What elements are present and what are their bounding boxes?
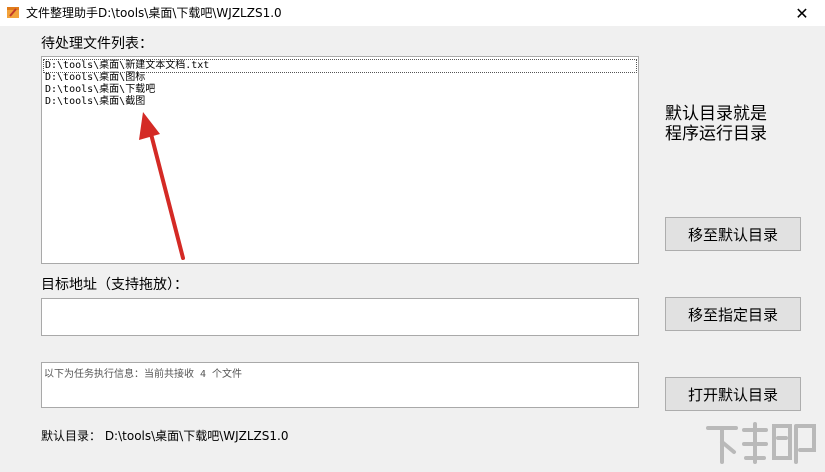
list-item[interactable]: D:\tools\桌面\截图 (44, 96, 636, 108)
close-icon: ✕ (795, 3, 809, 23)
side-note-line: 程序运行目录 (665, 124, 767, 144)
side-note: 默认目录就是 程序运行目录 (665, 104, 767, 144)
list-item[interactable]: D:\tools\桌面\图标 (44, 72, 636, 84)
default-dir-footer: 默认目录： D:\tools\桌面\下载吧\WJZLZS1.0 (41, 429, 289, 443)
task-info-text: 以下为任务执行信息：当前共接收 4 个文件 (44, 369, 243, 380)
open-default-button[interactable]: 打开默认目录 (665, 377, 801, 411)
watermark-logo (706, 422, 816, 464)
side-note-line: 默认目录就是 (665, 104, 767, 124)
file-listbox[interactable]: D:\tools\桌面\新建文本文档.txt D:\tools\桌面\图标 D:… (41, 56, 639, 264)
file-list-label: 待处理文件列表： (41, 36, 153, 52)
app-icon (7, 7, 19, 18)
move-to-default-button[interactable]: 移至默认目录 (665, 217, 801, 251)
task-info-box[interactable]: 以下为任务执行信息：当前共接收 4 个文件 (41, 362, 639, 408)
list-item[interactable]: D:\tools\桌面\下载吧 (44, 84, 636, 96)
move-to-specified-button[interactable]: 移至指定目录 (665, 297, 801, 331)
target-label: 目标地址（支持拖放）： (41, 277, 188, 293)
window-title: 文件整理助手D:\tools\桌面\下载吧\WJZLZS1.0 (26, 6, 282, 20)
target-path-input[interactable] (41, 298, 639, 336)
close-button[interactable]: ✕ (779, 0, 825, 26)
title-bar: 文件整理助手D:\tools\桌面\下载吧\WJZLZS1.0 ✕ (0, 0, 825, 26)
list-item[interactable]: D:\tools\桌面\新建文本文档.txt (43, 59, 637, 73)
